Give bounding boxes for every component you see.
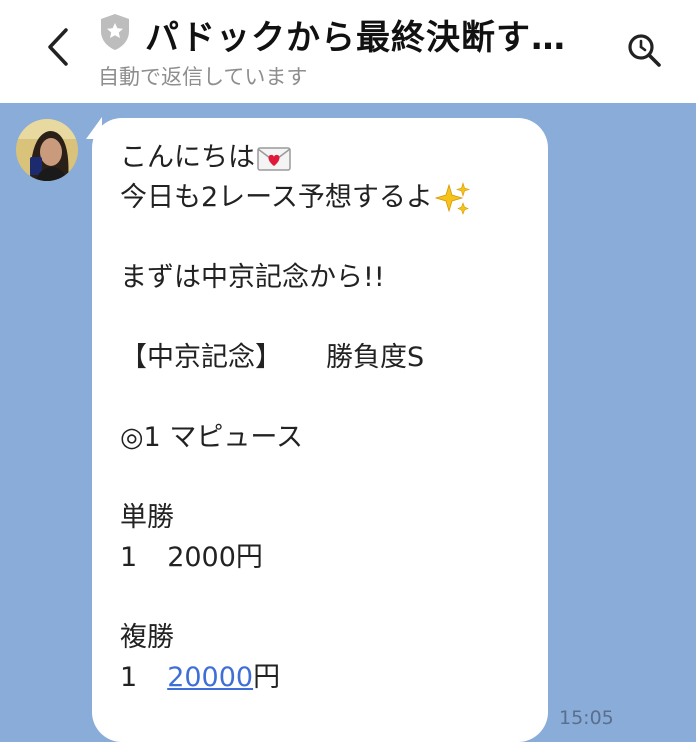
place-num: 1 [120,662,138,693]
win-num: 1 [120,542,138,573]
auto-reply-status: 自動で返信しています [98,65,308,89]
avatar[interactable] [16,119,78,181]
message-line: 今日も2レース予想するよ [120,178,548,218]
forecast-intro-text: 今日も2レース予想するよ [120,182,433,213]
win-label: 単勝 [120,502,174,533]
chat-title: パドックから最終決断す… [145,18,567,58]
chat-header: パドックから最終決断す… 自動で返信しています [0,0,696,103]
shield-icon [101,14,129,50]
place-bet-line: 1 20000円 [120,658,548,698]
greeting-text: こんにちは [120,142,255,173]
win-bet-line: 1 2000円 [120,538,548,578]
message-timestamp: 15:05 [559,707,614,729]
message-line: まずは中京記念から!! [120,262,385,293]
place-label: 複勝 [120,622,174,653]
search-icon[interactable] [622,28,666,72]
place-amount-unit: 円 [253,662,281,693]
message-line: 【中京記念】 勝負度S [120,338,548,378]
race-name: 【中京記念】 [120,342,282,373]
message-line: こんにちは [120,138,548,178]
message-bubble[interactable]: こんにちは 今日も2レース予想するよ まずは中京記念から!! 【中京記念】 勝負度… [86,117,548,742]
confidence-text: 勝負度S [326,342,425,373]
love-letter-icon [257,146,291,171]
chat-area[interactable]: こんにちは 今日も2レース予想するよ まずは中京記念から!! 【中京記念】 勝負度… [0,103,696,742]
win-amount: 2000円 [167,542,263,573]
back-arrow-icon[interactable] [38,24,78,70]
sparkles-icon [434,181,470,215]
pick-line: ◎1 マピュース [120,422,303,453]
place-amount-link[interactable]: 20000 [167,662,253,693]
